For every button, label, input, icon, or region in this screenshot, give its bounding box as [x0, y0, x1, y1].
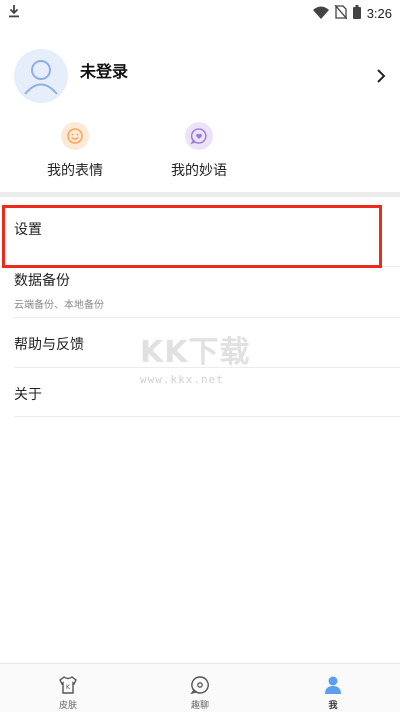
- my-stickers-button[interactable]: 我的表情: [25, 122, 125, 180]
- chevron-right-icon[interactable]: [376, 68, 386, 88]
- no-sim-icon: [334, 4, 348, 23]
- status-bar: 3:26: [0, 0, 400, 26]
- login-status[interactable]: 未登录: [80, 58, 128, 82]
- download-icon: [8, 3, 20, 22]
- chat-bubble-icon: [160, 675, 240, 695]
- tab-chat-label: 趣聊: [190, 701, 209, 711]
- profile-header[interactable]: 未登录: [0, 44, 400, 108]
- battery-icon: [352, 4, 361, 23]
- tab-skin[interactable]: K 皮肤: [28, 664, 108, 712]
- user-avatar-icon[interactable]: [14, 49, 68, 103]
- menu-item-backup-label: 数据备份: [14, 273, 70, 289]
- tab-me[interactable]: 我: [293, 664, 373, 712]
- shirt-icon: K: [28, 675, 108, 695]
- divider: [14, 367, 400, 368]
- bottom-nav: K 皮肤 趣聊 我: [0, 663, 400, 712]
- my-phrases-label: 我的妙语: [171, 163, 227, 179]
- divider: [14, 317, 400, 318]
- heart-chat-icon: [185, 122, 213, 150]
- shortcut-row: 我的表情 我的妙语: [0, 122, 400, 188]
- menu-item-backup[interactable]: 数据备份 云端备份、本地备份: [14, 270, 400, 311]
- menu-item-about-label: 关于: [14, 387, 42, 403]
- tab-me-label: 我: [328, 701, 338, 711]
- wifi-icon: [312, 4, 329, 23]
- tab-chat[interactable]: 趣聊: [160, 664, 240, 712]
- menu-item-about[interactable]: 关于: [14, 384, 400, 404]
- section-divider: [0, 192, 400, 197]
- my-phrases-button[interactable]: 我的妙语: [149, 122, 249, 180]
- highlight-annotation: [2, 205, 382, 268]
- tab-skin-label: 皮肤: [58, 701, 77, 711]
- menu-item-help[interactable]: 帮助与反馈: [14, 334, 400, 354]
- status-time: 3:26: [366, 6, 392, 21]
- menu-item-backup-subtitle: 云端备份、本地备份: [14, 300, 104, 311]
- svg-text:K: K: [66, 684, 71, 691]
- my-stickers-label: 我的表情: [47, 163, 103, 179]
- smiley-icon: [61, 122, 89, 150]
- menu-item-help-label: 帮助与反馈: [14, 337, 84, 353]
- divider: [14, 416, 400, 417]
- person-icon: [293, 675, 373, 695]
